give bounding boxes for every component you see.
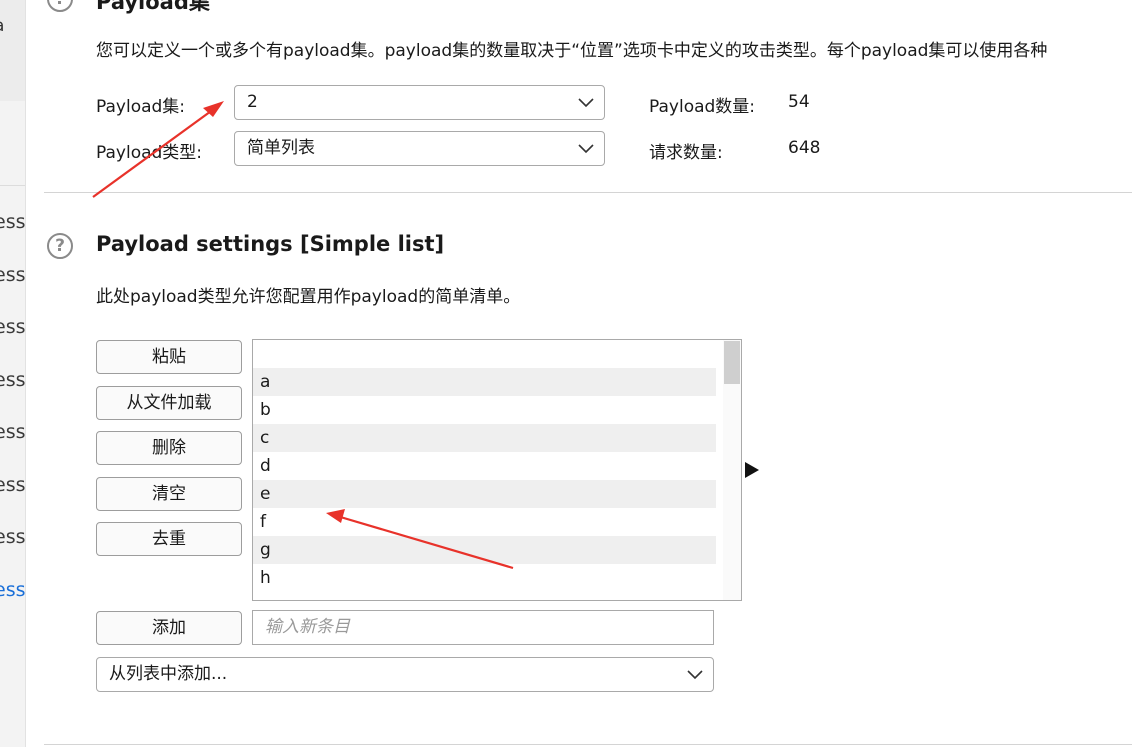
payload-type-value: 简单列表 <box>247 138 315 158</box>
chevron-down-icon <box>687 670 703 680</box>
list-item[interactable]: f <box>253 508 716 536</box>
payload-list[interactable]: a b c d e f g h <box>252 339 742 601</box>
sidebar-item-2[interactable]: ess <box>0 264 25 286</box>
payload-settings-description: 此处payload类型允许您配置用作payload的简单清单。 <box>96 287 521 307</box>
section-divider <box>44 744 1132 745</box>
list-item[interactable]: e <box>253 480 716 508</box>
help-icon[interactable]: ? <box>47 0 73 12</box>
sidebar-item-1[interactable]: ess <box>0 211 25 233</box>
sidebar-item-3[interactable]: ess <box>0 316 25 338</box>
add-button[interactable]: 添加 <box>96 611 242 645</box>
list-item[interactable]: c <box>253 424 716 452</box>
new-item-input[interactable]: 输入新条目 <box>252 610 714 645</box>
list-item[interactable]: a <box>253 368 716 396</box>
list-item[interactable]: g <box>253 536 716 564</box>
list-item[interactable] <box>253 340 716 368</box>
payload-set-value: 2 <box>247 92 258 112</box>
remove-button[interactable]: 删除 <box>96 431 242 465</box>
chevron-down-icon <box>578 144 594 154</box>
payload-sets-title: Payload集 <box>96 0 210 14</box>
clear-button[interactable]: 清空 <box>96 477 242 511</box>
help-icon[interactable]: ? <box>47 233 73 259</box>
add-from-list-select[interactable]: 从列表中添加... <box>96 657 714 692</box>
sidebar-item-4[interactable]: ess <box>0 369 25 391</box>
add-from-list-label: 从列表中添加... <box>109 664 228 684</box>
payload-count-label: Payload数量: <box>649 97 756 117</box>
expand-arrow-icon[interactable] <box>744 461 760 479</box>
request-count-label: 请求数量: <box>649 143 723 163</box>
list-item[interactable]: h <box>253 564 716 592</box>
payload-type-label: Payload类型: <box>96 143 203 163</box>
sidebar-separator <box>0 185 25 186</box>
list-scrollbar[interactable] <box>723 340 741 600</box>
sidebar-item-8-active[interactable]: ess <box>0 579 25 601</box>
left-sidebar-strip: a ess ess ess ess ess ess ess ess <box>0 0 26 747</box>
sidebar-item-6[interactable]: ess <box>0 474 25 496</box>
payload-type-select[interactable]: 简单列表 <box>234 131 605 166</box>
section-divider <box>44 192 1132 193</box>
sidebar-item-5[interactable]: ess <box>0 421 25 443</box>
list-item[interactable]: b <box>253 396 716 424</box>
request-count-value: 648 <box>788 138 821 158</box>
paste-button[interactable]: 粘贴 <box>96 340 242 374</box>
payload-count-value: 54 <box>788 92 810 112</box>
list-item[interactable]: d <box>253 452 716 480</box>
deduplicate-button[interactable]: 去重 <box>96 522 242 556</box>
payload-set-select[interactable]: 2 <box>234 85 605 120</box>
chevron-down-icon <box>578 98 594 108</box>
sidebar-item-7[interactable]: ess <box>0 526 25 548</box>
sidebar-top-fragment: a <box>0 16 4 36</box>
list-scrollbar-thumb[interactable] <box>724 341 740 384</box>
load-from-file-button[interactable]: 从文件加载 <box>96 386 242 420</box>
payload-set-label: Payload集: <box>96 97 186 117</box>
payload-settings-title: Payload settings [Simple list] <box>96 232 445 256</box>
payload-sets-description: 您可以定义一个或多个有payload集。payload集的数量取决于“位置”选项… <box>96 41 1048 61</box>
